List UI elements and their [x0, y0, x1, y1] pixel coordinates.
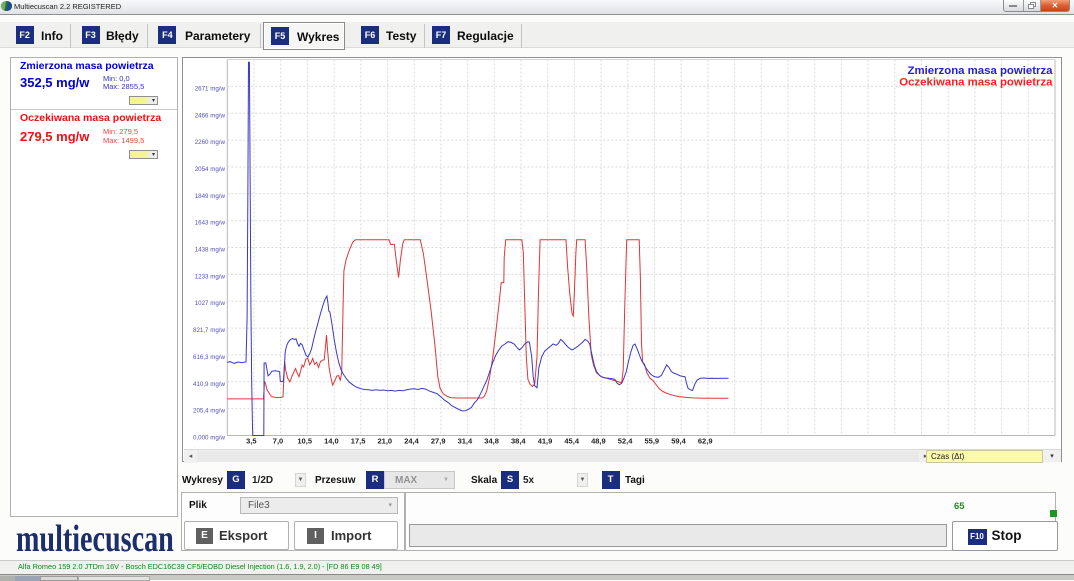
svg-text:1233 mg/w: 1233 mg/w [195, 273, 226, 280]
svg-text:31,4: 31,4 [458, 437, 473, 446]
svg-text:27,9: 27,9 [431, 437, 446, 446]
svg-text:17,5: 17,5 [351, 437, 366, 446]
svg-text:821,7 mg/w: 821,7 mg/w [193, 327, 226, 334]
svg-text:38,4: 38,4 [511, 437, 526, 446]
svg-text:45,4: 45,4 [564, 437, 579, 446]
svg-text:52,4: 52,4 [618, 437, 633, 446]
svg-text:7,0: 7,0 [273, 437, 283, 446]
svg-text:21,0: 21,0 [377, 437, 392, 446]
svg-text:0,000 mg/w: 0,000 mg/w [193, 435, 226, 442]
svg-text:1849 mg/w: 1849 mg/w [195, 193, 226, 200]
svg-text:410,9 mg/w: 410,9 mg/w [193, 381, 226, 388]
svg-text:10,5: 10,5 [297, 437, 312, 446]
svg-text:205,4 mg/w: 205,4 mg/w [193, 408, 226, 415]
svg-text:2671 mg/w: 2671 mg/w [195, 85, 226, 92]
svg-text:1027 mg/w: 1027 mg/w [195, 300, 226, 307]
svg-text:1438 mg/w: 1438 mg/w [195, 247, 226, 254]
svg-text:2260 mg/w: 2260 mg/w [195, 139, 226, 146]
svg-text:14,0: 14,0 [324, 437, 339, 446]
svg-text:55,9: 55,9 [644, 437, 659, 446]
svg-text:2466 mg/w: 2466 mg/w [195, 112, 226, 119]
svg-text:41,9: 41,9 [538, 437, 553, 446]
svg-text:616,3 mg/w: 616,3 mg/w [193, 354, 226, 361]
svg-text:1643 mg/w: 1643 mg/w [195, 220, 226, 227]
svg-text:62,9: 62,9 [698, 437, 713, 446]
svg-text:24,4: 24,4 [404, 437, 419, 446]
svg-text:Zmierzona masa powietrza: Zmierzona masa powietrza [908, 65, 1054, 77]
svg-text:Oczekiwana masa powietrza: Oczekiwana masa powietrza [899, 77, 1053, 89]
svg-text:2054 mg/w: 2054 mg/w [195, 166, 226, 173]
svg-text:34,8: 34,8 [484, 437, 499, 446]
svg-text:3,5: 3,5 [246, 437, 256, 446]
svg-text:48,9: 48,9 [591, 437, 606, 446]
svg-text:59,4: 59,4 [671, 437, 686, 446]
